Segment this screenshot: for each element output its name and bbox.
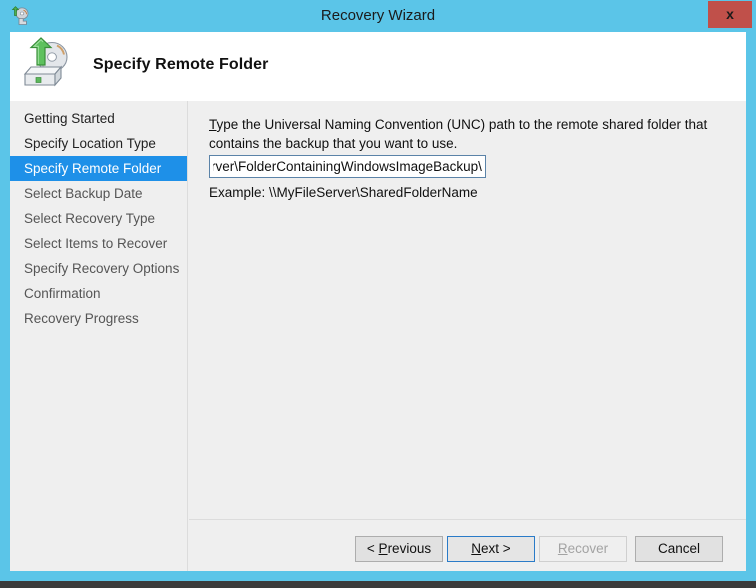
wizard-step-list: Getting Started Specify Location Type Sp… bbox=[10, 101, 188, 571]
sidebar-item-select-items-to-recover[interactable]: Select Items to Recover bbox=[10, 231, 187, 256]
next-label: ext > bbox=[481, 541, 511, 556]
window-title: Recovery Wizard bbox=[320, 7, 436, 24]
recovery-drive-icon bbox=[15, 37, 77, 95]
previous-button[interactable]: < Previous bbox=[355, 536, 443, 562]
sidebar-item-recovery-progress[interactable]: Recovery Progress bbox=[10, 306, 187, 331]
content-panel: Type the Universal Naming Convention (UN… bbox=[189, 101, 746, 520]
cancel-label: Cancel bbox=[657, 541, 701, 556]
title-bar: Recovery Wizard x bbox=[0, 0, 756, 32]
next-button[interactable]: Next > bbox=[447, 536, 535, 562]
recover-accelerator: R bbox=[557, 541, 568, 556]
sidebar-item-specify-remote-folder[interactable]: Specify Remote Folder bbox=[10, 156, 187, 181]
instruction-accelerator: T bbox=[209, 117, 217, 132]
sidebar-item-select-recovery-type[interactable]: Select Recovery Type bbox=[10, 206, 187, 231]
previous-label: revious bbox=[387, 541, 432, 556]
cancel-button[interactable]: Cancel bbox=[635, 536, 723, 562]
sidebar-item-getting-started[interactable]: Getting Started bbox=[10, 106, 187, 131]
example-path-label: Example: \\MyFileServer\SharedFolderName bbox=[209, 185, 478, 200]
instruction-text: Type the Universal Naming Convention (UN… bbox=[209, 115, 729, 153]
previous-prefix: < bbox=[366, 541, 379, 556]
recovery-wizard-window: Recovery Wizard x Specify Remote Folder … bbox=[0, 0, 756, 581]
close-icon[interactable]: x bbox=[708, 1, 752, 28]
unc-path-input[interactable] bbox=[209, 155, 486, 178]
sidebar-item-specify-location-type[interactable]: Specify Location Type bbox=[10, 131, 187, 156]
wizard-button-bar: < Previous Next > Recover Cancel bbox=[189, 521, 746, 571]
next-accelerator: N bbox=[471, 541, 482, 556]
page-title: Specify Remote Folder bbox=[93, 56, 269, 73]
previous-accelerator: P bbox=[378, 541, 388, 556]
page-banner: Specify Remote Folder bbox=[10, 32, 746, 101]
sidebar-item-select-backup-date[interactable]: Select Backup Date bbox=[10, 181, 187, 206]
recover-label: ecover bbox=[567, 541, 609, 556]
client-area: Specify Remote Folder Getting Started Sp… bbox=[10, 32, 746, 571]
sidebar-item-specify-recovery-options[interactable]: Specify Recovery Options bbox=[10, 256, 187, 281]
sidebar-item-confirmation[interactable]: Confirmation bbox=[10, 281, 187, 306]
recover-button: Recover bbox=[539, 536, 627, 562]
instruction-body: ype the Universal Naming Convention (UNC… bbox=[209, 117, 708, 151]
